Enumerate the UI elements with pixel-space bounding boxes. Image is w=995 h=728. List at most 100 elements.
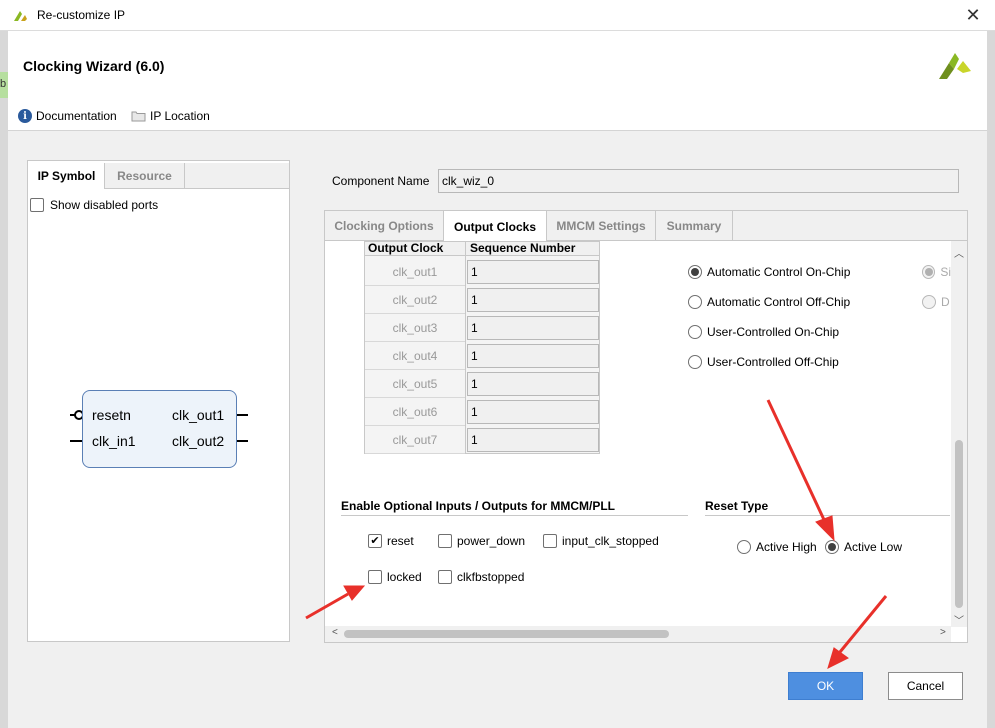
scroll-up-icon[interactable]: ︿ bbox=[954, 245, 964, 260]
checkbox-input-clk-stopped[interactable]: input_clk_stopped bbox=[543, 534, 659, 548]
optional-io-title: Enable Optional Inputs / Outputs for MMC… bbox=[341, 499, 615, 513]
title-bar bbox=[0, 0, 995, 31]
sequence-number-input[interactable]: 1 bbox=[467, 316, 599, 340]
checkbox-power-down[interactable]: power_down bbox=[438, 534, 525, 548]
checkbox-box[interactable] bbox=[438, 570, 452, 584]
checkbox-label: locked bbox=[387, 570, 422, 584]
radio-label: User-Controlled Off-Chip bbox=[707, 355, 839, 369]
sequence-number-input[interactable]: 1 bbox=[467, 288, 599, 312]
table-row-clock: clk_out1 bbox=[365, 258, 465, 286]
tab-mmcm-settings[interactable]: MMCM Settings bbox=[547, 211, 656, 241]
show-disabled-ports-label: Show disabled ports bbox=[50, 198, 159, 212]
left-window-edge bbox=[0, 31, 8, 728]
radio-label: Automatic Control Off-Chip bbox=[707, 295, 851, 309]
radio-clipped-option[interactable]: D bbox=[922, 295, 951, 309]
checkbox-clkfbstopped[interactable]: clkfbstopped bbox=[438, 570, 524, 584]
checkbox-box[interactable] bbox=[30, 198, 44, 212]
table-row-clock: clk_out5 bbox=[365, 370, 465, 398]
right-window-edge bbox=[987, 31, 995, 728]
port-clk-out1: clk_out1 bbox=[172, 407, 225, 423]
sequence-number-input[interactable]: 1 bbox=[467, 400, 599, 424]
radio-user-on-chip[interactable]: User-Controlled On-Chip bbox=[688, 325, 839, 339]
radio-active-low[interactable]: Active Low bbox=[825, 540, 902, 554]
checkbox-box[interactable] bbox=[368, 570, 382, 584]
component-name-label: Component Name bbox=[332, 174, 430, 188]
radio-clipped-option[interactable]: Si bbox=[922, 265, 951, 279]
radio-label: D bbox=[941, 295, 950, 309]
port-resetn: resetn bbox=[92, 407, 131, 423]
radio-button[interactable] bbox=[922, 265, 936, 279]
checkbox-label: power_down bbox=[457, 534, 526, 548]
background-text: b bbox=[0, 78, 7, 90]
radio-button[interactable] bbox=[922, 295, 936, 309]
radio-automatic-on-chip[interactable]: Automatic Control On-Chip bbox=[688, 265, 850, 279]
checkbox-box[interactable] bbox=[438, 534, 452, 548]
scroll-right-icon[interactable]: > bbox=[940, 627, 946, 638]
table-header-output-clock: Output Clock bbox=[368, 241, 444, 255]
radio-label: User-Controlled On-Chip bbox=[707, 325, 840, 339]
radio-button[interactable] bbox=[688, 265, 702, 279]
folder-icon bbox=[131, 111, 146, 122]
table-row-clock: clk_out3 bbox=[365, 314, 465, 342]
sequence-number-input[interactable]: 1 bbox=[467, 428, 599, 452]
table-row-clock: clk_out7 bbox=[365, 426, 465, 454]
checkbox-box[interactable] bbox=[543, 534, 557, 548]
table-header-sequence-number: Sequence Number bbox=[470, 241, 576, 255]
info-icon: i bbox=[18, 109, 32, 123]
sequence-number-input[interactable]: 1 bbox=[467, 372, 599, 396]
sequence-number-input[interactable]: 1 bbox=[467, 344, 599, 368]
documentation-link[interactable]: i Documentation bbox=[18, 109, 117, 123]
radio-active-high[interactable]: Active High bbox=[737, 540, 817, 554]
component-name-input[interactable] bbox=[438, 169, 959, 193]
ip-symbol-block bbox=[82, 390, 237, 468]
table-row-clock: clk_out6 bbox=[365, 398, 465, 426]
tab-clocking-options[interactable]: Clocking Options bbox=[325, 211, 444, 241]
vertical-scrollbar-thumb[interactable] bbox=[955, 440, 963, 608]
tab-output-clocks[interactable]: Output Clocks bbox=[444, 211, 547, 242]
checkbox-locked[interactable]: locked bbox=[368, 570, 422, 584]
reset-type-title: Reset Type bbox=[705, 499, 769, 513]
cancel-button[interactable]: Cancel bbox=[888, 672, 963, 700]
section-divider bbox=[705, 515, 950, 516]
scroll-left-icon[interactable]: < bbox=[332, 627, 338, 638]
window-title: Re-customize IP bbox=[37, 8, 126, 22]
radio-button[interactable] bbox=[688, 325, 702, 339]
radio-button[interactable] bbox=[688, 355, 702, 369]
tab-resource[interactable]: Resource bbox=[105, 163, 185, 189]
tab-strip bbox=[185, 163, 289, 189]
xilinx-logo-icon bbox=[14, 11, 27, 21]
ip-location-label: IP Location bbox=[150, 109, 210, 123]
checkbox-label: clkfbstopped bbox=[457, 570, 525, 584]
table-column-divider bbox=[465, 242, 466, 454]
radio-label: Active Low bbox=[844, 540, 903, 554]
checkbox-reset[interactable]: ✔ reset bbox=[368, 534, 414, 548]
table-row-clock: clk_out2 bbox=[365, 286, 465, 314]
tab-ip-symbol[interactable]: IP Symbol bbox=[29, 163, 105, 189]
xilinx-logo-icon bbox=[939, 53, 971, 79]
port-clk-in1: clk_in1 bbox=[92, 433, 136, 449]
tab-summary[interactable]: Summary bbox=[656, 211, 733, 241]
radio-button[interactable] bbox=[737, 540, 751, 554]
close-icon[interactable]: ✕ bbox=[958, 2, 988, 28]
page-title: Clocking Wizard (6.0) bbox=[23, 58, 165, 74]
radio-label: Active High bbox=[756, 540, 817, 554]
checkbox-label: input_clk_stopped bbox=[562, 534, 659, 548]
ip-location-link[interactable]: IP Location bbox=[131, 109, 210, 123]
section-divider bbox=[341, 515, 688, 516]
show-disabled-ports-checkbox[interactable]: Show disabled ports bbox=[30, 198, 158, 212]
sequence-number-input[interactable]: 1 bbox=[467, 260, 599, 284]
table-row-clock: clk_out4 bbox=[365, 342, 465, 370]
radio-label: Si bbox=[940, 265, 951, 279]
scroll-down-icon[interactable]: ﹀ bbox=[954, 612, 964, 627]
documentation-label: Documentation bbox=[36, 109, 117, 123]
radio-button[interactable] bbox=[688, 295, 702, 309]
checkbox-label: reset bbox=[387, 534, 414, 548]
radio-label: Automatic Control On-Chip bbox=[707, 265, 851, 279]
ok-button[interactable]: OK bbox=[788, 672, 863, 700]
horizontal-scrollbar-thumb[interactable] bbox=[344, 630, 669, 638]
radio-automatic-off-chip[interactable]: Automatic Control Off-Chip bbox=[688, 295, 850, 309]
radio-user-off-chip[interactable]: User-Controlled Off-Chip bbox=[688, 355, 839, 369]
radio-button[interactable] bbox=[825, 540, 839, 554]
port-clk-out2: clk_out2 bbox=[172, 433, 225, 449]
checkbox-box[interactable]: ✔ bbox=[368, 534, 382, 548]
